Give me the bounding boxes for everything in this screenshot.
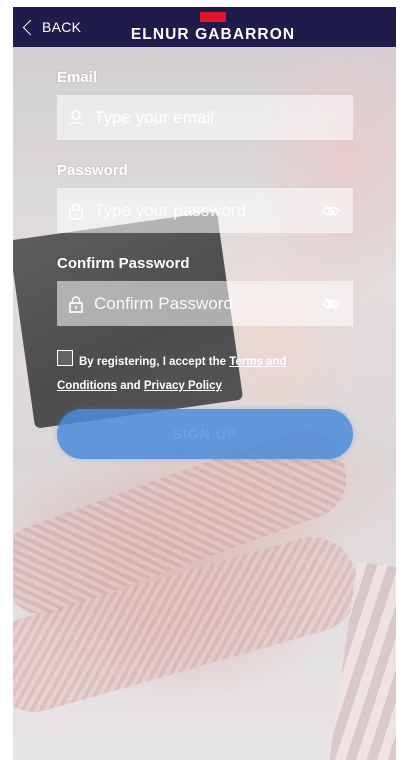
terms-conjunction: and [117, 380, 144, 392]
email-input[interactable] [94, 107, 314, 128]
brand-logo: ELNUR GABARRON [129, 12, 297, 44]
confirm-password-field[interactable] [57, 281, 353, 326]
email-label: Email [57, 69, 98, 86]
lock-icon [67, 202, 85, 220]
app-screen: BACK ELNUR GABARRON Email Password Con [13, 7, 396, 760]
register-form: Email Password Confirm Password [57, 69, 353, 326]
password-label: Password [57, 162, 128, 179]
terms-text: By registering, I accept the Terms and C… [57, 350, 347, 398]
sign-up-button[interactable]: SIGN UP [57, 409, 353, 459]
chevron-left-icon [22, 19, 39, 35]
terms-checkbox[interactable] [57, 350, 73, 366]
terms-acceptance: By registering, I accept the Terms and C… [57, 350, 347, 398]
lock-icon [67, 295, 85, 313]
privacy-policy-link[interactable]: Privacy Policy [144, 380, 222, 392]
confirm-password-input[interactable] [94, 293, 314, 314]
confirm-password-label: Confirm Password [57, 255, 190, 272]
eye-off-icon[interactable] [321, 201, 341, 221]
password-input[interactable] [94, 200, 314, 221]
eye-off-icon[interactable] [321, 294, 341, 314]
terms-prefix: By registering, I accept the [79, 356, 230, 368]
brand-name: ELNUR GABARRON [130, 26, 296, 43]
top-bar: BACK ELNUR GABARRON [13, 7, 396, 47]
email-field[interactable] [57, 95, 353, 140]
password-field[interactable] [57, 188, 353, 233]
brand-logo-mark [200, 12, 226, 22]
user-icon [67, 109, 85, 127]
back-button[interactable]: BACK [22, 16, 81, 38]
back-label: BACK [42, 19, 82, 35]
